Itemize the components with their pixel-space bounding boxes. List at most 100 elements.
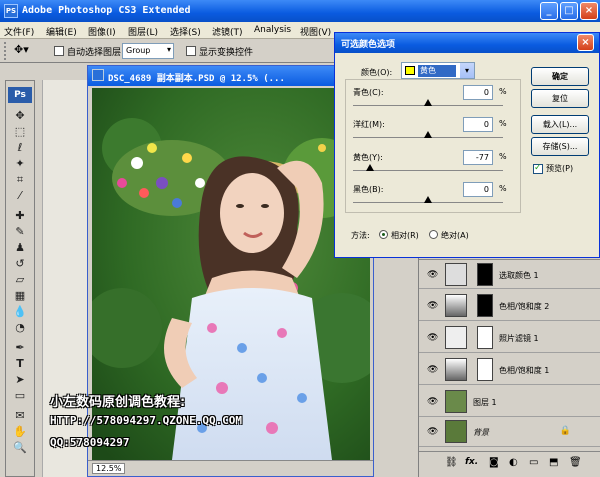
menu-select[interactable]: 选择(S) [170,25,201,38]
lock-icon: 🔒 [559,426,571,436]
menu-file[interactable]: 文件(F) [4,25,34,38]
menu-view[interactable]: 视图(V) [300,25,331,38]
show-transform-checkbox[interactable] [186,46,196,56]
chevron-down-icon[interactable]: ▾ [460,63,474,78]
slider-value-input[interactable]: 0 [463,85,493,100]
toolbox: Ps ✥ ⬚ ℓ ✦ ⌗ ⁄ ✚ ✎ ♟ ↺ ▱ ▦ 💧 ◔ ✒ T ➤ ▭ ✉… [5,80,35,477]
percent-unit: % [499,184,507,193]
document-status-bar: 12.5% [88,460,373,476]
layer-row[interactable]: 👁 背景 🔒 [419,417,600,447]
move-tool-icon[interactable]: ✥▾ [14,43,29,56]
slider-row: 青色(C): 0% [353,85,523,115]
dialog-title-bar[interactable]: 可选颜色选项 × [335,33,599,53]
healing-tool-icon[interactable]: ✚ [12,209,28,223]
slider-value-input[interactable]: -77 [463,150,493,165]
layer-row[interactable]: 👁 色相/饱和度 1 [419,355,600,385]
colors-label: 颜色(O): [361,68,393,77]
auto-select-checkbox[interactable] [54,46,64,56]
load-button[interactable]: 载入(L)... [531,115,589,134]
brush-tool-icon[interactable]: ✎ [12,225,28,239]
link-icon[interactable]: ⛓ [445,457,458,468]
dialog-close-button[interactable]: × [577,34,594,51]
auto-select-dropdown[interactable]: Group ▾ [122,43,174,59]
adjustment-thumb-icon [445,294,467,317]
crop-tool-icon[interactable]: ⌗ [12,173,28,187]
pen-tool-icon[interactable]: ✒ [12,341,28,355]
gradient-tool-icon[interactable]: ▦ [12,289,28,303]
percent-unit: % [499,152,507,161]
document-icon [92,69,104,81]
layer-row[interactable]: 👁 图层 1 [419,387,600,417]
type-tool-icon[interactable]: T [12,357,28,371]
color-swatch [405,66,415,75]
reset-button[interactable]: 复位 [531,89,589,108]
layer-name: 选取颜色 1 [499,271,539,280]
magic-wand-icon[interactable]: ✦ [12,157,28,171]
maximize-button[interactable]: □ [560,2,578,20]
menu-edit[interactable]: 编辑(E) [46,25,77,38]
grip-handle[interactable] [4,42,6,60]
shape-tool-icon[interactable]: ▭ [12,389,28,403]
document-title-bar[interactable]: DSC_4689 副本副本.PSD @ 12.5% (... [88,66,373,86]
trash-icon[interactable]: 🗑 [569,457,582,468]
zoom-tool-icon[interactable]: 🔍 [12,441,28,455]
layer-row[interactable]: 👁 色相/饱和度 2 [419,291,600,321]
layer-row[interactable]: 👁 选取颜色 1 [419,259,600,289]
eye-icon[interactable]: 👁 [427,270,438,280]
save-button[interactable]: 存储(S)... [531,137,589,156]
photoshop-window: PS Adobe Photoshop CS3 Extended _ □ × 文件… [0,0,600,477]
eyedropper-tool-icon[interactable]: ⁄ [12,189,28,203]
eye-icon[interactable]: 👁 [427,301,438,311]
adjustment-icon[interactable]: ◐ [509,457,518,468]
menu-layer[interactable]: 图层(L) [128,25,158,38]
colors-dropdown[interactable]: 黄色 ▾ [401,62,475,79]
ok-button[interactable]: 确定 [531,67,589,86]
app-icon: PS [4,4,18,18]
close-button[interactable]: × [580,2,598,20]
eye-icon[interactable]: 👁 [427,397,438,407]
marquee-tool-icon[interactable]: ⬚ [12,125,28,139]
method-absolute-radio[interactable] [429,230,438,239]
menu-filter[interactable]: 滤镜(T) [212,25,243,38]
slider-label: 青色(C): [353,88,384,97]
path-select-icon[interactable]: ➤ [12,373,28,387]
history-brush-icon[interactable]: ↺ [12,257,28,271]
document-title: DSC_4689 副本副本.PSD @ 12.5% (... [108,74,285,84]
lasso-tool-icon[interactable]: ℓ [12,141,28,155]
zoom-level[interactable]: 12.5% [92,463,126,474]
layers-panel: 👁 选取颜色 1 👁 色相/饱和度 2 👁 照片滤镜 1 👁 色相/饱和度 1 … [418,255,600,477]
method-relative-radio[interactable] [379,230,388,239]
layer-thumb [445,390,467,413]
minimize-button[interactable]: _ [540,2,558,20]
slider-thumb[interactable] [424,196,432,203]
eraser-tool-icon[interactable]: ▱ [12,273,28,287]
adjustment-thumb-icon [445,263,467,286]
add-mask-icon[interactable]: ◙ [489,457,499,468]
fx-icon[interactable]: fx. [465,457,478,467]
move-tool-icon[interactable]: ✥ [12,109,28,123]
slider-track[interactable] [353,170,503,171]
slider-value-input[interactable]: 0 [463,182,493,197]
preview-checkbox[interactable]: ✓ [533,163,543,174]
eye-icon[interactable]: 👁 [427,365,438,375]
photo-filter-thumb-icon [445,326,467,349]
slider-thumb[interactable] [424,99,432,106]
layer-mask-thumb [477,326,493,349]
notes-tool-icon[interactable]: ✉ [12,409,28,423]
eye-icon[interactable]: 👁 [427,333,438,343]
new-layer-icon[interactable]: ⬒ [549,457,558,468]
auto-select-label: 自动选择图层 [67,48,122,58]
eye-icon[interactable]: 👁 [427,427,438,437]
blur-tool-icon[interactable]: 💧 [12,305,28,319]
slider-thumb[interactable] [424,131,432,138]
hand-tool-icon[interactable]: ✋ [12,425,28,439]
group-folder-icon[interactable]: ▭ [529,457,538,468]
menu-image[interactable]: 图像(I) [88,25,116,38]
slider-value-input[interactable]: 0 [463,117,493,132]
stamp-tool-icon[interactable]: ♟ [12,241,28,255]
layer-row[interactable]: 👁 照片滤镜 1 [419,323,600,353]
slider-row: 黄色(Y): -77% [353,150,523,180]
dodge-tool-icon[interactable]: ◔ [12,321,28,335]
slider-thumb[interactable] [366,164,374,171]
menu-analysis[interactable]: Analysis [254,25,291,35]
